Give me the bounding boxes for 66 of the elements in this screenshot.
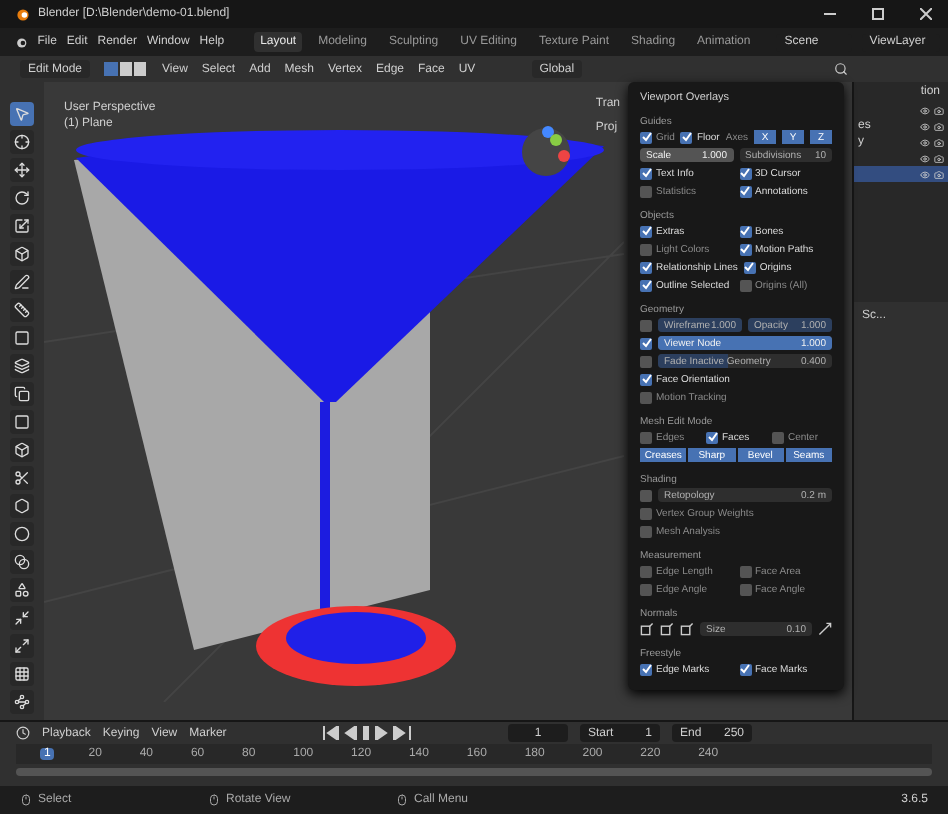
- normal-display-icon[interactable]: [680, 622, 694, 636]
- tool-button[interactable]: [10, 578, 34, 602]
- tool-button[interactable]: [10, 690, 34, 714]
- eye-icon[interactable]: [920, 137, 930, 147]
- checkbox[interactable]: [706, 431, 718, 443]
- tool-button[interactable]: [10, 326, 34, 350]
- checkbox[interactable]: [640, 663, 652, 675]
- mouse-icon: [208, 794, 220, 806]
- tool-button[interactable]: [10, 438, 34, 462]
- checkbox[interactable]: [640, 337, 652, 349]
- checkbox[interactable]: [743, 261, 756, 273]
- search-icon[interactable]: [834, 62, 848, 76]
- eye-icon[interactable]: [920, 121, 930, 131]
- checkbox[interactable]: [739, 663, 751, 675]
- tool-button[interactable]: [10, 298, 34, 322]
- checkbox[interactable]: [680, 131, 693, 143]
- camera-icon[interactable]: [934, 105, 944, 115]
- normal-display-icon[interactable]: [660, 622, 674, 636]
- checkbox[interactable]: [640, 319, 652, 331]
- maximize-icon[interactable]: [872, 8, 884, 20]
- tool-button[interactable]: [10, 466, 34, 490]
- navigation-gizmo-icon[interactable]: [520, 126, 572, 178]
- tool-button[interactable]: [10, 606, 34, 630]
- checkbox[interactable]: [640, 225, 652, 237]
- camera-icon[interactable]: [934, 169, 944, 179]
- checkbox[interactable]: [640, 355, 652, 367]
- tool-button[interactable]: [10, 158, 34, 182]
- checkbox[interactable]: [739, 243, 751, 255]
- eye-icon[interactable]: [920, 153, 930, 163]
- checkbox[interactable]: [640, 373, 652, 385]
- mouse-icon: [20, 794, 32, 806]
- checkbox[interactable]: [739, 225, 751, 237]
- tool-button[interactable]: [10, 130, 34, 154]
- tool-button[interactable]: [10, 522, 34, 546]
- checkbox[interactable]: [640, 261, 652, 273]
- tool-button[interactable]: [10, 410, 34, 434]
- tool-button[interactable]: [10, 102, 34, 126]
- checkbox[interactable]: [640, 279, 652, 291]
- camera-icon[interactable]: [934, 121, 944, 131]
- tool-button[interactable]: [10, 186, 34, 210]
- editor-type-icon[interactable]: [16, 726, 30, 740]
- tool-button[interactable]: [10, 354, 34, 378]
- tool-button[interactable]: [10, 214, 34, 238]
- close-icon[interactable]: [920, 8, 932, 20]
- camera-icon[interactable]: [934, 137, 944, 147]
- size-icon[interactable]: [818, 622, 832, 636]
- tool-button[interactable]: [10, 270, 34, 294]
- checkbox[interactable]: [739, 185, 751, 197]
- eye-icon[interactable]: [920, 169, 930, 179]
- timeline-scrollbar[interactable]: [16, 768, 932, 776]
- tool-button[interactable]: [10, 382, 34, 406]
- tool-button[interactable]: [10, 242, 34, 266]
- normal-display-icon[interactable]: [640, 622, 654, 636]
- checkbox[interactable]: [739, 167, 751, 179]
- select-mode-icon[interactable]: [104, 62, 149, 76]
- tool-button[interactable]: [10, 494, 34, 518]
- tool-button[interactable]: [10, 634, 34, 658]
- tool-button[interactable]: [10, 662, 34, 686]
- checkbox[interactable]: [640, 489, 652, 501]
- eye-icon[interactable]: [920, 105, 930, 115]
- mouse-icon: [396, 794, 408, 806]
- checkbox[interactable]: [640, 167, 652, 179]
- camera-icon[interactable]: [934, 153, 944, 163]
- tool-button[interactable]: [10, 550, 34, 574]
- minimize-icon[interactable]: [824, 8, 836, 20]
- playback-controls-icon[interactable]: [321, 726, 414, 740]
